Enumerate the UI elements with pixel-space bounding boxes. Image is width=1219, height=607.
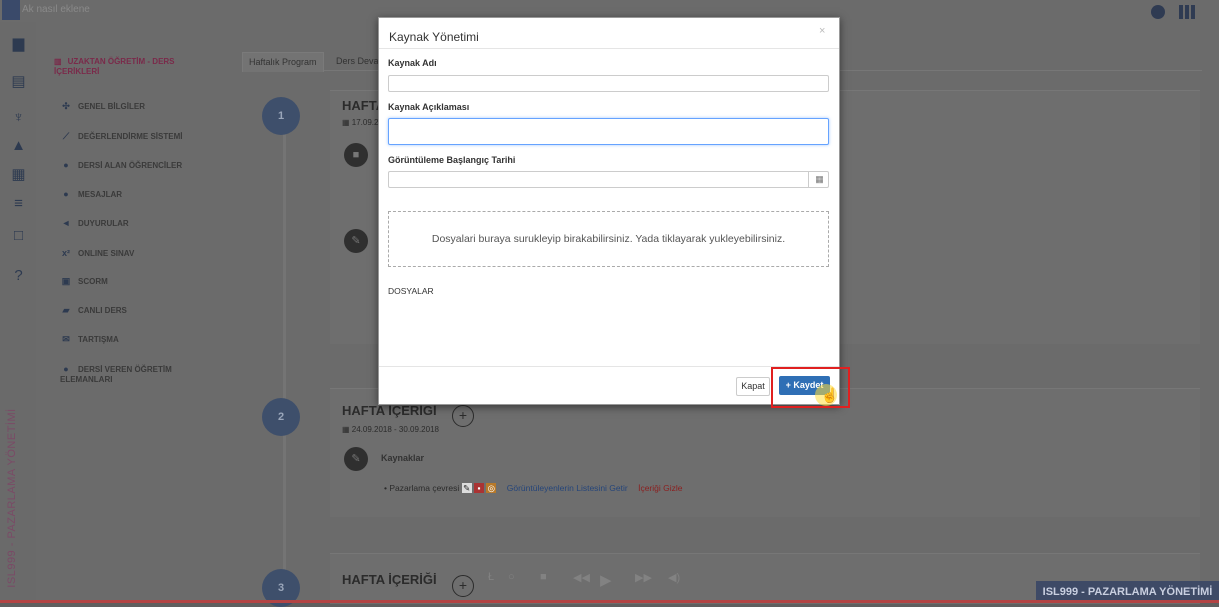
resources-label: Kaynaklar bbox=[381, 453, 425, 463]
edit-icon[interactable]: ✎ bbox=[461, 483, 472, 493]
menu-item-label: DUYURULAR bbox=[78, 219, 129, 228]
envelope-icon: ✉ bbox=[62, 334, 70, 344]
hand-cursor-icon: ☝ bbox=[821, 387, 839, 403]
resource-name-label: Kaynak Adı bbox=[388, 58, 437, 68]
menu-item-duyurular[interactable]: ◄ DUYURULAR bbox=[60, 218, 240, 228]
video-player-controls: Ł ○ ■ ◀◀ ▶ ▶▶ ◀) bbox=[440, 571, 770, 589]
calendar-outline-icon[interactable]: □ bbox=[11, 228, 26, 243]
chart-line-icon: ⟋ bbox=[62, 131, 70, 141]
viewer-list-link[interactable]: Görüntüleyenlerin Listesini Getir bbox=[507, 483, 628, 493]
apps-grid-icon[interactable] bbox=[1179, 5, 1195, 19]
week-date: ▦ 17.09.2 bbox=[342, 118, 378, 127]
calendar-small-icon: ▦ bbox=[342, 425, 352, 434]
calendar-small-icon: ▦ bbox=[342, 118, 352, 127]
menu-item-ogretim-elemanlari[interactable]: ● DERSİ VEREN ÖĞRETİM ELEMANLARI bbox=[60, 364, 200, 385]
app-logo[interactable] bbox=[2, 0, 20, 20]
paperclip-icon: ✎ bbox=[344, 447, 368, 471]
modal-footer-divider bbox=[379, 366, 839, 367]
menu-item-label: ONLINE SINAV bbox=[78, 249, 135, 258]
help-icon[interactable]: ? bbox=[11, 268, 26, 283]
captions-icon[interactable]: Ł bbox=[488, 571, 494, 583]
menu-item-scorm[interactable]: ▣ SCORM bbox=[60, 276, 240, 287]
calendar-icon[interactable]: ▦ bbox=[808, 171, 830, 188]
document-icon[interactable]: ▤ bbox=[11, 74, 26, 89]
dashboard-icon[interactable]: ▆ bbox=[11, 36, 26, 51]
week-date: ▦ 24.09.2018 - 30.09.2018 bbox=[342, 425, 439, 434]
settings-icon[interactable]: ◎ bbox=[486, 483, 497, 493]
add-content-button[interactable]: + bbox=[452, 405, 474, 427]
graduation-cap-icon[interactable]: ▲ bbox=[11, 138, 26, 153]
start-date-label: Görüntüleme Başlangıç Tarihi bbox=[388, 155, 516, 165]
group-icon: ● bbox=[63, 364, 69, 374]
users-icon: ● bbox=[63, 160, 69, 170]
menu-item-label: DEĞERLENDİRME SİSTEMİ bbox=[78, 132, 183, 141]
list-icon[interactable]: ≡ bbox=[11, 196, 26, 211]
week-date-text: 17.09.2 bbox=[351, 118, 379, 127]
resource-list-item: • Pazarlama çevresi ✎ ▪ ◎ Görüntüleyenle… bbox=[384, 483, 683, 493]
play-icon[interactable]: ▶ bbox=[600, 571, 612, 589]
week-title: HAFTA İÇERİĞİ bbox=[342, 403, 437, 418]
file-icon: ▣ bbox=[61, 276, 71, 286]
modal-header-divider bbox=[379, 48, 839, 49]
tab-haftalik-program[interactable]: Haftalık Program bbox=[242, 52, 324, 72]
course-menu-header-label: UZAKTAN ÖĞRETİM - DERS İÇERİKLERİ bbox=[54, 57, 175, 76]
institution-icon: ▥ bbox=[54, 57, 62, 66]
menu-item-label: CANLI DERS bbox=[78, 306, 127, 315]
rewind-icon[interactable]: ◀◀ bbox=[573, 571, 590, 584]
menu-item-canli-ders[interactable]: ▰ CANLI DERS bbox=[60, 305, 240, 316]
resource-description-label: Kaynak Açıklaması bbox=[388, 102, 470, 112]
bullhorn-icon: ◄ bbox=[61, 218, 71, 228]
course-menu-header[interactable]: ▥ UZAKTAN ÖĞRETİM - DERS İÇERİKLERİ bbox=[54, 57, 204, 77]
close-icon[interactable]: × bbox=[819, 25, 825, 37]
files-label: DOSYALAR bbox=[388, 286, 434, 296]
puzzle-icon: ✣ bbox=[62, 101, 70, 111]
resource-management-modal: Kaynak Yönetimi × Kaynak Adı Kaynak Açık… bbox=[378, 17, 840, 405]
week-title: HAFTA İÇERİĞİ bbox=[342, 572, 437, 587]
menu-item-label: GENEL BİLGİLER bbox=[78, 102, 145, 111]
menu-item-mesajlar[interactable]: ● MESAJLAR bbox=[60, 189, 240, 199]
menu-item-ogrenciler[interactable]: ● DERSİ ALAN ÖĞRENCİLER bbox=[60, 160, 240, 170]
book-icon: ▰ bbox=[62, 305, 70, 315]
modal-title: Kaynak Yönetimi bbox=[389, 30, 479, 44]
week-date-text: 24.09.2018 - 30.09.2018 bbox=[351, 425, 439, 434]
calendar-icon[interactable]: ▦ bbox=[11, 167, 26, 182]
menu-item-label: MESAJLAR bbox=[78, 190, 123, 199]
menu-item-label: SCORM bbox=[78, 277, 108, 286]
menu-item-tartisma[interactable]: ✉ TARTIŞMA bbox=[60, 334, 240, 345]
week-number-badge: 1 bbox=[262, 97, 300, 135]
hide-content-link[interactable]: İçeriği Gizle bbox=[638, 483, 682, 493]
stop-icon[interactable]: ■ bbox=[540, 571, 547, 583]
globe-icon[interactable] bbox=[1151, 5, 1165, 19]
timeline-line bbox=[283, 110, 286, 603]
resource-description-textarea[interactable] bbox=[388, 118, 829, 145]
week-number-badge: 2 bbox=[262, 398, 300, 436]
menu-item-label: TARTIŞMA bbox=[78, 335, 119, 344]
comments-icon: ● bbox=[63, 189, 69, 199]
menu-item-label: DERSİ VEREN ÖĞRETİM ELEMANLARI bbox=[60, 365, 172, 384]
menu-item-degerlendirme[interactable]: ⟋ DEĞERLENDİRME SİSTEMİ bbox=[60, 131, 240, 142]
fast-forward-icon[interactable]: ▶▶ bbox=[635, 571, 652, 584]
topbar-text: Ak nasıl eklene bbox=[22, 4, 90, 15]
menu-item-online-sinav[interactable]: x² ONLINE SINAV bbox=[60, 248, 240, 258]
trophy-icon[interactable]: ♆ bbox=[11, 110, 26, 125]
close-button[interactable]: Kapat bbox=[736, 377, 770, 396]
video-icon: ■ bbox=[344, 143, 368, 167]
file-dropzone[interactable]: Dosyalari buraya surukleyip birakabilirs… bbox=[388, 211, 829, 267]
superscript-icon: x² bbox=[61, 248, 70, 258]
delete-icon[interactable]: ▪ bbox=[474, 483, 485, 493]
refresh-icon[interactable]: ○ bbox=[508, 571, 515, 583]
start-date-input[interactable] bbox=[388, 171, 829, 188]
paperclip-icon: ✎ bbox=[344, 229, 368, 253]
menu-item-genel-bilgiler[interactable]: ✣ GENEL BİLGİLER bbox=[60, 101, 240, 112]
volume-icon[interactable]: ◀) bbox=[668, 571, 680, 584]
menu-item-label: DERSİ ALAN ÖĞRENCİLER bbox=[78, 161, 183, 170]
tab-ders-devam[interactable]: Ders Deva bbox=[330, 52, 385, 71]
resource-name[interactable]: Pazarlama çevresi bbox=[389, 483, 459, 493]
vertical-course-title: ISL999 - PAZARLAMA YÖNETİMİ bbox=[6, 408, 18, 588]
resource-name-input[interactable] bbox=[388, 75, 829, 92]
